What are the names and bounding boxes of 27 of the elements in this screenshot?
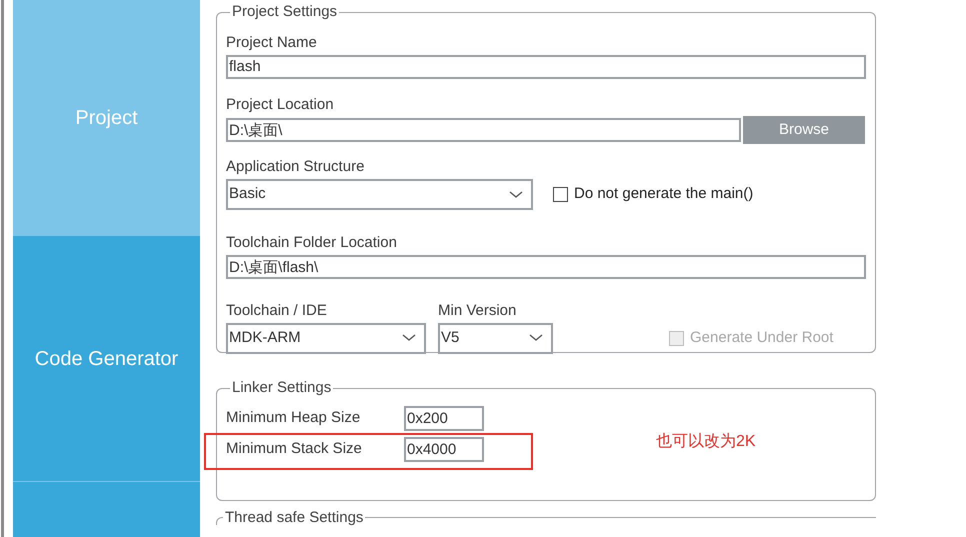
- field-label: Toolchain / IDE: [226, 302, 328, 320]
- dropdown[interactable]: V5: [438, 322, 553, 354]
- chevron-down-icon: [402, 334, 416, 342]
- dropdown[interactable]: Basic: [226, 179, 533, 210]
- chevron-down-icon: [509, 190, 523, 198]
- input-field[interactable]: flash: [226, 54, 866, 78]
- field-label: Application Structure: [226, 158, 366, 176]
- input-field[interactable]: 0x4000: [404, 436, 484, 462]
- checkbox-label: Do not generate the main(): [574, 184, 754, 204]
- checkbox-label: Generate Under Root: [690, 328, 834, 348]
- section-title: Linker Settings: [231, 378, 332, 398]
- field-label: Min Version: [438, 302, 518, 320]
- sidebar-tab[interactable]: [13, 482, 200, 537]
- field-label: Project Location: [226, 96, 335, 114]
- field-label: Minimum Stack Size: [226, 438, 363, 459]
- section-title: Project Settings: [231, 2, 338, 22]
- section-title: Thread safe Settings: [223, 510, 366, 525]
- input-field[interactable]: D:\桌面\: [226, 118, 741, 142]
- chevron-down-icon: [529, 334, 543, 342]
- field-label: Project Name: [226, 34, 318, 52]
- checkbox[interactable]: [553, 187, 568, 202]
- field-label: Minimum Heap Size: [226, 408, 362, 428]
- field-label: Toolchain Folder Location: [226, 234, 398, 252]
- input-field[interactable]: D:\桌面\flash\: [226, 255, 866, 279]
- dropdown[interactable]: MDK-ARM: [226, 322, 426, 354]
- annotation-text: 也可以改为2K: [656, 432, 756, 452]
- input-field[interactable]: 0x200: [404, 406, 484, 430]
